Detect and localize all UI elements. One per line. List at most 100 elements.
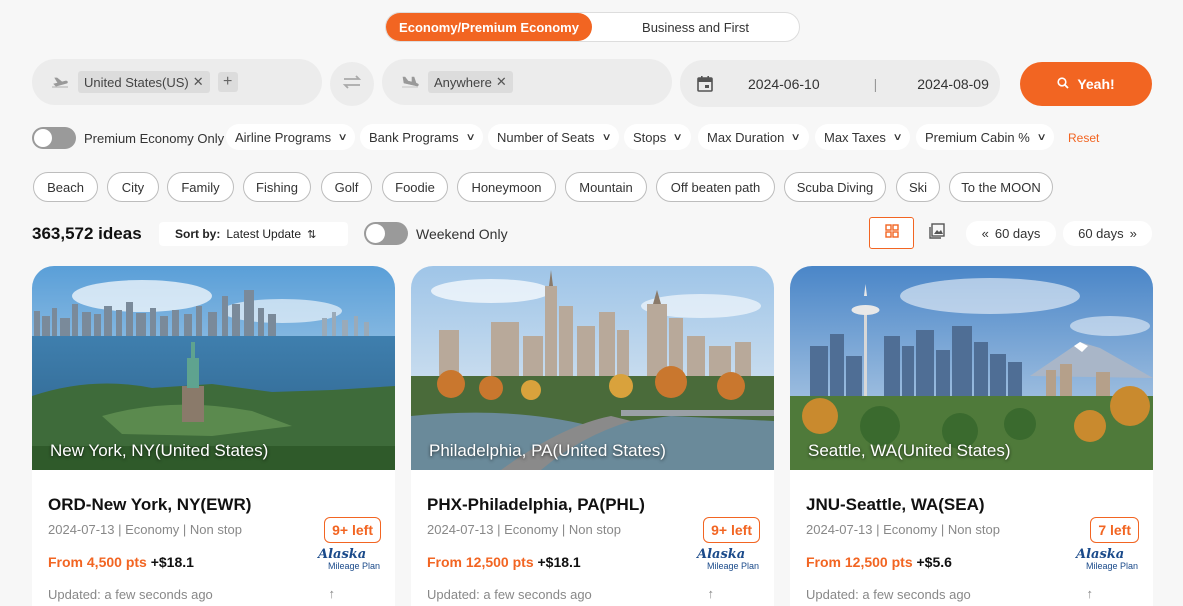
search-icon — [1057, 76, 1069, 92]
card-caption: Seattle, WA(United States) — [808, 441, 1011, 460]
cabin-business-tab[interactable]: Business and First — [592, 13, 799, 41]
alaska-logo: Alaska Mileage Plan — [318, 547, 380, 571]
category-chip[interactable]: Off beaten path — [656, 172, 775, 202]
chevron-down-icon: ∨ — [601, 131, 612, 143]
reset-link[interactable]: Reset — [1068, 131, 1099, 145]
end-date[interactable]: 2024-08-09 — [917, 76, 989, 92]
category-chip[interactable]: Honeymoon — [457, 172, 556, 202]
number-of-seats-dropdown[interactable]: Number of Seats ∨ — [488, 124, 619, 150]
alaska-logo: Alaska Mileage Plan — [697, 547, 759, 571]
arrow-up-icon[interactable]: ↑ — [329, 586, 336, 601]
price-fee: +$18.1 — [150, 554, 194, 570]
card-caption: New York, NY(United States) — [50, 441, 269, 460]
destination-card[interactable]: Philadelphia, PA(United States) PHX-Phil… — [411, 266, 774, 606]
card-route: ORD-New York, NY(EWR) — [48, 495, 252, 514]
premium-cabin-dropdown[interactable]: Premium Cabin % ∨ — [916, 124, 1055, 150]
category-chip[interactable]: Scuba Diving — [784, 172, 886, 202]
destination-photo — [411, 266, 774, 470]
dropdown-label: Max Taxes — [824, 129, 886, 145]
card-caption: Philadelphia, PA(United States) — [429, 441, 666, 460]
destination-tag: Anywhere ✕ — [428, 71, 513, 93]
origin-tag: United States(US) ✕ — [78, 71, 210, 93]
sort-value: Latest Update — [226, 227, 302, 241]
seats-badge: 9+ left — [703, 517, 760, 543]
add-origin-button[interactable]: + — [217, 72, 238, 92]
price-points: From 4,500 pts — [48, 554, 147, 570]
seats-badge: 9+ left — [324, 517, 381, 543]
chevron-down-icon: ∨ — [672, 131, 684, 143]
search-button-label: Yeah! — [1077, 76, 1115, 92]
chevron-left-icon: « — [981, 226, 989, 241]
destination-card[interactable]: Seattle, WA(United States) JNU-Seattle, … — [790, 266, 1153, 606]
airline-programs-dropdown[interactable]: Airline Programs ∨ — [226, 124, 356, 150]
max-taxes-dropdown[interactable]: Max Taxes ∨ — [815, 124, 911, 150]
price-points: From 12,500 pts — [806, 554, 913, 570]
prev-days-label: 60 days — [994, 226, 1041, 241]
swap-icon — [341, 73, 363, 96]
card-price: From 12,500 pts +$18.1 — [427, 554, 581, 570]
search-button[interactable]: Yeah! — [1020, 62, 1152, 106]
destination-tag-label: Anywhere — [434, 74, 492, 90]
card-route: PHX-Philadelphia, PA(PHL) — [427, 495, 645, 514]
chevron-down-icon: ∨ — [465, 131, 476, 143]
card-meta: 2024-07-13 | Economy | Non stop — [48, 522, 242, 537]
premium-economy-label: Premium Economy Only — [84, 130, 225, 146]
next-days-label: 60 days — [1078, 226, 1124, 241]
date-separator: | — [873, 75, 878, 92]
category-chip[interactable]: Mountain — [565, 172, 647, 202]
image-view-icon — [928, 222, 945, 244]
dropdown-label: Number of Seats — [497, 129, 595, 145]
card-updated: Updated: a few seconds ago — [48, 587, 213, 602]
remove-destination-icon[interactable]: ✕ — [496, 74, 507, 90]
card-price: From 4,500 pts +$18.1 — [48, 554, 194, 570]
date-range-field[interactable]: 2024-06-10 | 2024-08-09 — [680, 60, 1000, 107]
weekend-only-toggle[interactable] — [364, 222, 408, 245]
category-chip[interactable]: Beach — [33, 172, 98, 202]
origin-field[interactable]: United States(US) ✕ + — [32, 59, 322, 105]
arrow-up-icon[interactable]: ↑ — [708, 586, 715, 601]
bank-programs-dropdown[interactable]: Bank Programs ∨ — [360, 124, 483, 150]
stops-dropdown[interactable]: Stops ∨ — [624, 124, 691, 150]
grid-view-button[interactable] — [869, 217, 914, 249]
category-chip[interactable]: Golf — [321, 172, 372, 202]
seats-badge: 7 left — [1090, 517, 1139, 543]
price-fee: +$5.6 — [916, 554, 952, 570]
arrow-up-icon[interactable]: ↑ — [1087, 586, 1094, 601]
chevron-down-icon: ∨ — [790, 131, 802, 143]
plane-landing-icon — [400, 72, 420, 92]
destination-card[interactable]: New York, NY(United States) ORD-New York… — [32, 266, 395, 606]
card-route: JNU-Seattle, WA(SEA) — [806, 495, 985, 514]
category-chip[interactable]: Ski — [896, 172, 940, 202]
category-chip[interactable]: To the MOON — [949, 172, 1053, 202]
start-date[interactable]: 2024-06-10 — [748, 76, 820, 92]
category-chip[interactable]: Fishing — [243, 172, 311, 202]
destination-photo — [790, 266, 1153, 470]
sort-icon: ⇅ — [307, 228, 317, 241]
cabin-economy-tab[interactable]: Economy/Premium Economy — [386, 13, 592, 41]
dropdown-label: Bank Programs — [369, 129, 459, 145]
destination-field[interactable]: Anywhere ✕ — [382, 59, 672, 105]
remove-origin-icon[interactable]: ✕ — [193, 74, 204, 90]
category-chip[interactable]: Foodie — [382, 172, 448, 202]
plane-takeoff-icon — [50, 72, 70, 92]
card-updated: Updated: a few seconds ago — [427, 587, 592, 602]
dropdown-label: Premium Cabin % — [925, 129, 1030, 145]
prev-days-button[interactable]: « 60 days — [966, 221, 1056, 246]
swap-button[interactable] — [330, 62, 374, 106]
max-duration-dropdown[interactable]: Max Duration ∨ — [698, 124, 809, 150]
destination-photo — [32, 266, 395, 470]
next-days-button[interactable]: 60 days » — [1063, 221, 1152, 246]
price-fee: +$18.1 — [537, 554, 581, 570]
origin-tag-label: United States(US) — [84, 74, 189, 90]
category-chip[interactable]: Family — [167, 172, 234, 202]
chevron-right-icon: » — [1129, 226, 1137, 241]
calendar-icon — [696, 75, 714, 93]
category-chip[interactable]: City — [107, 172, 159, 202]
card-price: From 12,500 pts +$5.6 — [806, 554, 952, 570]
premium-economy-toggle[interactable] — [32, 127, 76, 149]
sort-label: Sort by: — [175, 227, 221, 241]
image-view-button[interactable] — [914, 217, 959, 249]
cabin-toggle: Economy/Premium Economy Business and Fir… — [385, 12, 800, 42]
dropdown-label: Max Duration — [707, 129, 785, 145]
sort-dropdown[interactable]: Sort by: Latest Update ⇅ — [159, 222, 348, 246]
